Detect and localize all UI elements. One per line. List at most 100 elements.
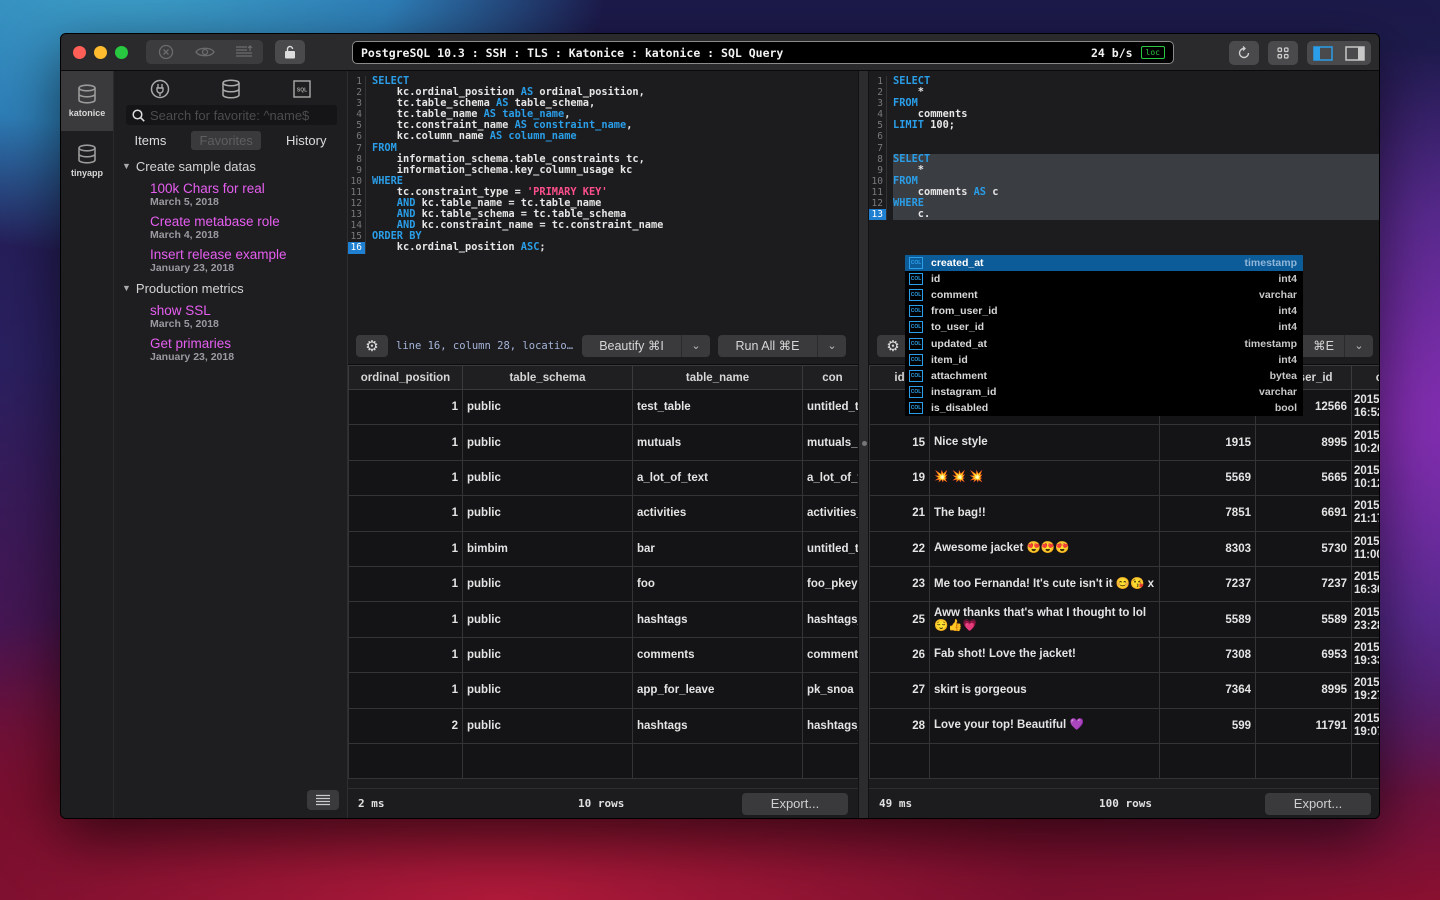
table-row[interactable]: 19💥 💥 💥556956652015-11-24 10:12:39.322‹: [869, 459, 1379, 497]
zoom-window-button[interactable]: [115, 45, 128, 59]
table-cell[interactable]: Nice style: [929, 424, 1160, 461]
table-row[interactable]: 2publichashtagshashtags_: [348, 707, 858, 744]
table-cell[interactable]: 2015-08-18 23:28:23.379: [1351, 601, 1379, 638]
table-cell[interactable]: 2015-11-03 11:00:48.493: [1351, 530, 1379, 567]
favorite-search-input[interactable]: [150, 107, 330, 123]
table-cell[interactable]: 5569: [1159, 459, 1256, 497]
table-cell[interactable]: 2015-08-18 19:07:12.27: [1351, 707, 1379, 744]
table-cell[interactable]: 2015-10-17 16:52:11.573: [1351, 388, 1379, 426]
tab-history[interactable]: History: [278, 131, 334, 150]
favorite-item[interactable]: Get primaries January 23, 2018: [114, 336, 347, 364]
table-row[interactable]: 1publicmutualsmutuals_p: [348, 424, 858, 461]
table-cell[interactable]: public: [462, 388, 633, 426]
autocomplete-item[interactable]: COL is_disabled bool: [905, 400, 1303, 416]
table-cell[interactable]: comments: [632, 636, 803, 674]
table-cell[interactable]: a_lot_of_text: [632, 459, 803, 497]
format-button[interactable]: [224, 40, 263, 64]
autocomplete-item[interactable]: COL id int4: [905, 271, 1303, 287]
autocomplete-item[interactable]: COL from_user_id int4: [905, 303, 1303, 319]
database-icon[interactable]: [221, 79, 241, 99]
table-cell[interactable]: Fab shot! Love the jacket!: [929, 636, 1160, 674]
splitter-handle[interactable]: [862, 441, 867, 446]
stop-button[interactable]: [146, 40, 185, 64]
table-cell[interactable]: untitled_t: [802, 388, 858, 426]
table-cell[interactable]: 26: [869, 636, 930, 674]
favorite-item[interactable]: show SSL March 5, 2018: [114, 303, 347, 331]
table-cell[interactable]: public: [462, 636, 633, 674]
tab-favorites[interactable]: Favorites: [191, 130, 261, 150]
autocomplete-item[interactable]: COL instagram_id varchar: [905, 384, 1303, 400]
table-cell[interactable]: comment: [802, 636, 858, 674]
table-cell[interactable]: 22: [869, 530, 930, 567]
table-cell[interactable]: 19: [869, 459, 930, 497]
table-row[interactable]: 1 public app_for_leave pk_snoa: [348, 672, 858, 709]
table-row[interactable]: 21The bag!!785166912015-08-16 21:17:39.7…: [869, 495, 1379, 532]
table-cell[interactable]: skirt is gorgeous: [929, 672, 1160, 709]
table-row[interactable]: 15Nice style191589952015-08-12 10:26:20.…: [869, 424, 1379, 461]
table-cell[interactable]: foo_pkey: [802, 565, 858, 603]
table-cell[interactable]: 2015-08-06 19:27:01.601: [1351, 672, 1379, 709]
table-cell[interactable]: 7237: [1159, 565, 1256, 603]
column-header[interactable]: con: [802, 365, 858, 390]
table-cell[interactable]: 7364: [1159, 672, 1256, 709]
column-header[interactable]: ordinal_position: [348, 365, 463, 390]
table-row[interactable]: 1 bimbim bar untitled_t: [348, 530, 858, 567]
disclosure-triangle-icon[interactable]: ▼: [122, 283, 131, 293]
table-cell[interactable]: 1: [348, 672, 463, 709]
table-cell[interactable]: 599: [1159, 707, 1256, 744]
sidebar-menu-button[interactable]: [307, 790, 339, 810]
autocomplete-item[interactable]: COL item_id int4: [905, 352, 1303, 368]
table-cell[interactable]: 5665: [1255, 459, 1352, 497]
table-row[interactable]: 1publichashtagshashtags_: [348, 601, 858, 638]
table-row[interactable]: 25 Aww thanks that's what I thought to lo…: [869, 601, 1379, 638]
table-cell[interactable]: public: [462, 565, 633, 603]
table-cell[interactable]: activities: [632, 495, 803, 532]
disclosure-triangle-icon[interactable]: ▼: [122, 161, 131, 171]
favorite-item[interactable]: Insert release example January 23, 2018: [114, 247, 347, 275]
table-cell[interactable]: 7308: [1159, 636, 1256, 674]
preview-button[interactable]: [185, 40, 224, 64]
table-cell[interactable]: 11791: [1255, 707, 1352, 744]
favorite-group[interactable]: ▼ Production metrics: [114, 278, 347, 298]
table-row[interactable]: 1 public a_lot_of_text a_lot_of_t: [348, 459, 858, 497]
table-cell[interactable]: The bag!!: [929, 495, 1160, 532]
table-cell[interactable]: 25: [869, 601, 930, 638]
connection-tinyapp[interactable]: tinyapp: [61, 131, 113, 191]
table-cell[interactable]: 💥 💥 💥: [929, 459, 1160, 497]
table-cell[interactable]: 2: [348, 707, 463, 744]
table-row[interactable]: 1 public activities activities_: [348, 495, 858, 532]
close-window-button[interactable]: [73, 45, 86, 59]
table-cell[interactable]: 7851: [1159, 495, 1256, 532]
table-cell[interactable]: 1: [348, 388, 463, 426]
beautify-button[interactable]: Beautify ⌘I: [582, 334, 682, 357]
table-cell[interactable]: 6691: [1255, 495, 1352, 532]
table-cell[interactable]: 1: [348, 459, 463, 497]
table-cell[interactable]: 1: [348, 636, 463, 674]
table-row[interactable]: 1 public comments comment: [348, 636, 858, 674]
table-cell[interactable]: 28: [869, 707, 930, 744]
run-options-button[interactable]: ⌄: [1345, 335, 1373, 357]
table-cell[interactable]: public: [462, 707, 633, 744]
table-cell[interactable]: foo: [632, 565, 803, 603]
table-cell[interactable]: hashtags_: [802, 707, 858, 744]
lock-button[interactable]: [275, 40, 305, 64]
table-cell[interactable]: a_lot_of_t: [802, 459, 858, 497]
autocomplete-item[interactable]: COL attachment bytea: [905, 368, 1303, 384]
toggle-left-panel-button[interactable]: [1307, 41, 1339, 65]
table-cell[interactable]: activities_: [802, 495, 858, 532]
favorite-group[interactable]: ▼ Create sample datas: [114, 156, 347, 176]
column-header[interactable]: table_schema: [462, 365, 633, 390]
table-cell[interactable]: hashtags: [632, 601, 803, 638]
autocomplete-item[interactable]: COL comment varchar: [905, 287, 1303, 303]
table-cell[interactable]: 5589: [1255, 601, 1352, 638]
table-cell[interactable]: 2015-09-10 16:36:51.392: [1351, 565, 1379, 603]
plug-icon[interactable]: [150, 79, 170, 99]
table-cell[interactable]: app_for_leave: [632, 672, 803, 709]
table-cell[interactable]: 5730: [1255, 530, 1352, 567]
table-cell[interactable]: test_table: [632, 388, 803, 426]
sql-editor-left[interactable]: 1 SELECT 2 kc.ordinal_position AS ordinal_…: [348, 71, 858, 327]
tab-items[interactable]: Items: [127, 131, 175, 150]
table-cell[interactable]: 1: [348, 495, 463, 532]
table-cell[interactable]: 2015-11-24 10:12:39.322: [1351, 459, 1379, 497]
table-cell[interactable]: 2015-08-19 19:33:42.431: [1351, 636, 1379, 674]
